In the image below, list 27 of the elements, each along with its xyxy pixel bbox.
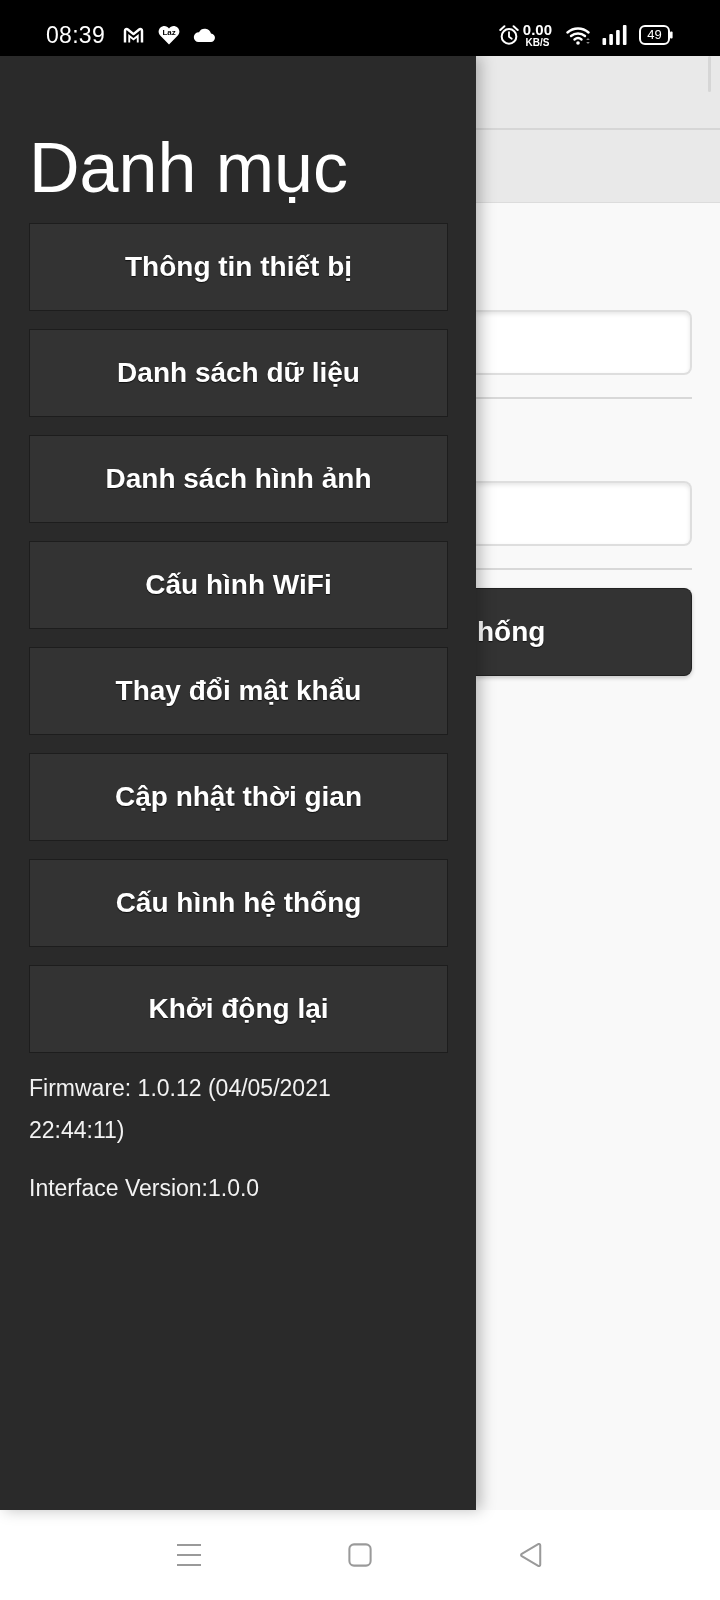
signal-icon [602, 25, 627, 45]
menu-button[interactable]: Thông tin thiết bị [29, 223, 448, 311]
menu-button[interactable]: Khởi động lại [29, 965, 448, 1053]
m-logo-icon [123, 26, 145, 44]
menu-button[interactable]: Danh sách hình ảnh [29, 435, 448, 523]
back-icon[interactable] [518, 1543, 544, 1567]
action-button[interactable]: hống [476, 588, 692, 676]
input-field[interactable] [476, 481, 692, 546]
network-speed-unit: KB/S [525, 36, 550, 48]
wifi-icon [566, 25, 592, 45]
home-square-icon[interactable] [347, 1543, 373, 1567]
menu-button[interactable]: Cập nhật thời gian [29, 753, 448, 841]
menu-icon[interactable] [176, 1543, 202, 1567]
menu-button[interactable]: Cấu hình hệ thống [29, 859, 448, 947]
network-speed-value: 0.00 [522, 22, 552, 37]
alarm-clock-icon [497, 24, 520, 46]
interface-version: Interface Version:1.0.0 [29, 1174, 261, 1203]
input-field[interactable] [476, 310, 692, 375]
clock-time: 08:39 [46, 21, 106, 49]
drawer-title: Danh mục [29, 128, 350, 209]
firmware-info: Firmware: 1.0.12 (04/05/2021 22:44:11) [29, 1074, 332, 1145]
heart-logo: Laz [158, 25, 181, 45]
battery-indicator: 49 [639, 25, 673, 45]
cloud-icon [193, 28, 216, 42]
menu-button[interactable]: Danh sách dữ liệu [29, 329, 448, 417]
menu-button[interactable]: Cấu hình WiFi [29, 541, 448, 629]
menu-button[interactable]: Thay đổi mật khẩu [29, 647, 448, 735]
